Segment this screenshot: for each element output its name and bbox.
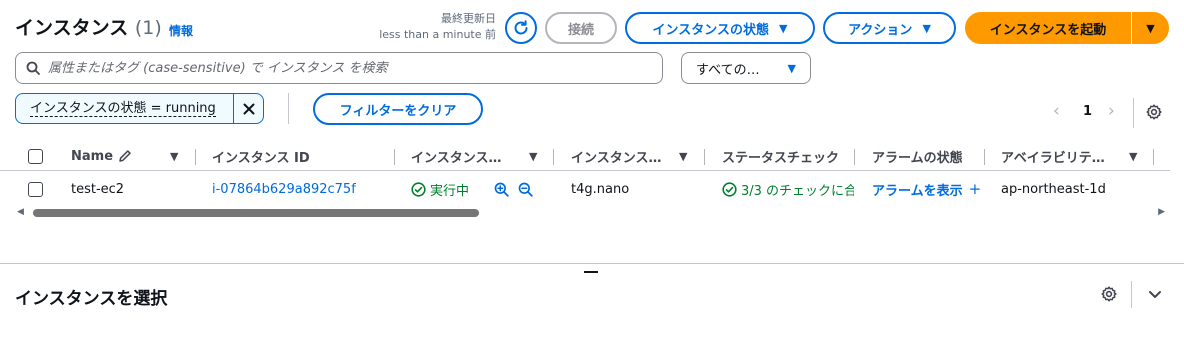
column-label: Name [71, 148, 114, 164]
column-divider [195, 149, 196, 165]
select-all-checkbox[interactable] [28, 143, 43, 169]
filter-token: インスタンスの状態 = running [15, 93, 264, 124]
scroll-left-icon[interactable]: ◀ [17, 207, 24, 217]
search-input[interactable] [48, 60, 662, 76]
state-text: 実行中 [430, 183, 470, 199]
last-updated-value: less than a minute 前 [379, 28, 496, 41]
remove-filter-button[interactable] [234, 94, 263, 123]
collapse-panel-button[interactable] [1147, 286, 1163, 306]
scroll-right-icon[interactable]: ▶ [1158, 207, 1165, 217]
column-label: アラームの状態 [872, 150, 963, 166]
settings-icon [1101, 286, 1117, 302]
next-page-button[interactable]: › [1108, 101, 1115, 121]
instance-state-label: インスタンスの状態 [652, 22, 769, 38]
title-text: インスタンス [15, 17, 129, 39]
add-alarm-icon[interactable]: + [969, 180, 982, 198]
column-header-instance-id[interactable]: インスタンス ID [212, 143, 392, 169]
table-row[interactable]: test-ec2 i-07864b629a892c75f 実行中 t4g.nan… [0, 174, 1170, 204]
column-divider [854, 149, 855, 165]
search-icon [26, 61, 40, 75]
split-panel-divider [0, 263, 1184, 264]
check-circle-icon [411, 181, 426, 197]
refresh-button[interactable] [505, 12, 537, 44]
cell-instance-type: t4g.nano [571, 181, 630, 197]
sort-caret-icon: ▼ [679, 149, 688, 163]
view-alarms-text: アラームを表示 [872, 183, 963, 199]
previous-page-button[interactable]: ‹ [1053, 101, 1060, 121]
caret-down-icon: ▼ [1146, 21, 1155, 35]
cell-name: test-ec2 [71, 181, 125, 197]
scrollbar-thumb[interactable] [33, 209, 479, 217]
zoom-out-icon [518, 182, 533, 197]
split-panel-title: インスタンスを選択 [15, 289, 168, 309]
column-header-instance-state[interactable]: インスタンス… ▼ [411, 143, 546, 169]
refresh-icon [514, 20, 528, 35]
instance-state-button[interactable]: インスタンスの状態 ▼ [625, 12, 815, 44]
page-title: インスタンス (1) [15, 13, 162, 40]
column-divider [984, 149, 985, 165]
cell-availability-zone: ap-northeast-1d [1001, 181, 1106, 197]
cell-instance-state: 実行中 [411, 174, 469, 204]
column-header-availability-zone[interactable]: アベイラビリテ… ▼ [1001, 143, 1146, 169]
divider [288, 93, 289, 124]
filter-token-text: インスタンスの状態 = running [30, 100, 216, 117]
column-label: インスタンス… [571, 150, 662, 166]
actions-button[interactable]: アクション ▼ [823, 12, 956, 44]
checkbox-box [28, 181, 43, 197]
sort-caret-icon: ▼ [1129, 149, 1138, 163]
zoom-out-button[interactable] [518, 174, 533, 204]
horizontal-scrollbar[interactable]: ◀ ▶ [17, 207, 1165, 218]
chevron-down-icon [1149, 291, 1161, 298]
state-filter-value: すべての… [696, 62, 760, 78]
caret-down-icon: ▼ [787, 61, 796, 75]
settings-icon [1146, 104, 1162, 120]
instance-count: (1) [134, 17, 162, 39]
info-link[interactable]: 情報 [169, 22, 193, 39]
zoom-in-icon [494, 182, 509, 197]
column-divider [394, 149, 395, 165]
page-number[interactable]: 1 [1083, 104, 1092, 119]
last-updated-label: 最終更新日 [441, 12, 496, 25]
check-circle-icon [722, 181, 737, 197]
column-header-instance-type[interactable]: インスタンス… ▼ [571, 143, 695, 169]
column-label: アベイラビリテ… [1001, 150, 1105, 166]
search-bar[interactable] [15, 52, 663, 84]
column-header-alarm-status[interactable]: アラームの状態 [872, 143, 976, 169]
column-divider [1153, 149, 1154, 165]
column-label: インスタンス… [411, 150, 502, 166]
split-panel-resize-handle[interactable] [584, 271, 598, 273]
caret-down-icon: ▼ [922, 21, 931, 35]
pencil-icon [119, 150, 131, 162]
divider [1133, 98, 1134, 128]
column-label: ステータスチェック [722, 150, 840, 166]
close-icon [243, 103, 254, 114]
checkbox-box [28, 148, 43, 164]
column-divider [704, 149, 705, 165]
cell-instance-id-link[interactable]: i-07864b629a892c75f [212, 174, 356, 204]
launch-instance-button[interactable]: インスタンスを起動 [965, 12, 1131, 44]
actions-label: アクション [848, 22, 913, 38]
caret-down-icon: ▼ [779, 21, 788, 35]
view-alarms-link[interactable]: アラームを表示 + [872, 174, 981, 204]
cell-status-check: 3/3 のチェックに合格しました [722, 174, 854, 204]
clear-filters-button[interactable]: フィルターをクリア [313, 93, 483, 125]
column-label: インスタンス ID [212, 150, 310, 166]
sort-caret-icon: ▼ [529, 149, 538, 163]
last-updated: 最終更新日 less than a minute 前 [379, 11, 496, 43]
zoom-in-button[interactable] [494, 174, 509, 204]
state-filter-select[interactable]: すべての… ▼ [681, 52, 811, 84]
column-header-status-check[interactable]: ステータスチェック [722, 143, 840, 169]
column-divider [553, 149, 554, 165]
split-panel-settings-button[interactable] [1101, 286, 1117, 306]
launch-dropdown-button[interactable]: ▼ [1132, 12, 1169, 44]
row-checkbox[interactable] [28, 174, 43, 204]
filter-token-label[interactable]: インスタンスの状態 = running [16, 94, 234, 123]
divider [1131, 281, 1132, 308]
connect-button[interactable]: 接続 [545, 12, 617, 44]
column-header-name[interactable]: Name ▼ [71, 143, 181, 169]
status-check-text: 3/3 のチェックに合格しました [741, 183, 854, 199]
table-header: Name ▼ インスタンス ID インスタンス… ▼ インスタンス… ▼ ステー… [0, 143, 1170, 171]
table-settings-button[interactable] [1146, 104, 1162, 124]
sort-caret-icon: ▼ [170, 149, 179, 163]
